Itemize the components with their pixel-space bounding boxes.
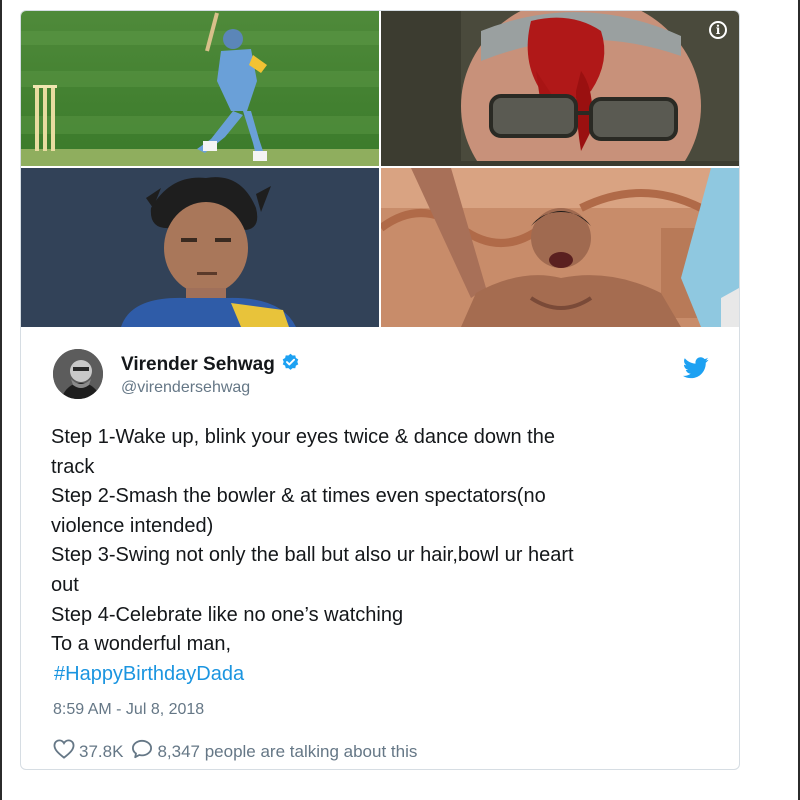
tweet-photo-2[interactable]: i: [381, 11, 739, 166]
verified-badge-icon: [281, 353, 300, 377]
tweet-actions: 37.8K 8,347 people are talking about thi…: [53, 739, 417, 764]
like-count: 37.8K: [79, 741, 124, 761]
photo-batsman-shot: [21, 11, 379, 166]
photo-windswept-hair: [21, 168, 379, 327]
tweet-text-line: Step 2-Smash the bowler & at times even …: [51, 485, 546, 508]
photo-injured-spectator: [381, 11, 739, 166]
tweet-text-line: Step 4-Celebrate like no one’s watching: [51, 603, 404, 626]
like-button[interactable]: 37.8K: [53, 739, 123, 764]
embedded-tweet-card: i Virender Sehwag @virendersehwag Step 1…: [20, 10, 740, 770]
conversation-link[interactable]: 8,347 people are talking about this: [131, 739, 417, 764]
avatar-image: [53, 349, 103, 399]
tweet-photo-1[interactable]: [21, 11, 379, 166]
tweet-photo-4[interactable]: [381, 168, 739, 327]
tweet-media-grid: i: [21, 11, 739, 327]
heart-icon: [53, 739, 75, 764]
author-name-row: Virender Sehwag: [121, 353, 300, 377]
tweet-text-line: To a wonderful man,: [51, 633, 232, 656]
tweet-timestamp[interactable]: 8:59 AM - Jul 8, 2018: [53, 701, 204, 719]
tweet-body: Virender Sehwag @virendersehwag Step 1-W…: [21, 329, 739, 769]
tweet-text-line: track: [51, 455, 95, 478]
tweet-text-line: out: [51, 573, 79, 596]
tweet-text-line: violence intended): [51, 514, 214, 537]
author-display-name[interactable]: Virender Sehwag: [121, 354, 275, 376]
tweet-text: Step 1-Wake up, blink your eyes twice & …: [51, 423, 711, 689]
tweet-text-line: Step 1-Wake up, blink your eyes twice & …: [51, 426, 555, 448]
tweet-text-line: Step 3-Swing not only the ball but also …: [51, 544, 574, 567]
talking-count: 8,347 people are talking about this: [157, 741, 418, 761]
author-handle[interactable]: @virendersehwag: [121, 379, 250, 397]
speech-bubble-icon: [131, 739, 153, 764]
hashtag-link[interactable]: #HappyBirthdayDada: [51, 663, 244, 685]
twitter-bird-icon[interactable]: [682, 357, 709, 384]
photo-balcony-celebration: [381, 168, 739, 327]
author-avatar[interactable]: [53, 349, 103, 399]
tweet-photo-3[interactable]: [21, 168, 379, 327]
window-frame-left: [0, 0, 2, 800]
info-icon[interactable]: i: [709, 21, 727, 39]
